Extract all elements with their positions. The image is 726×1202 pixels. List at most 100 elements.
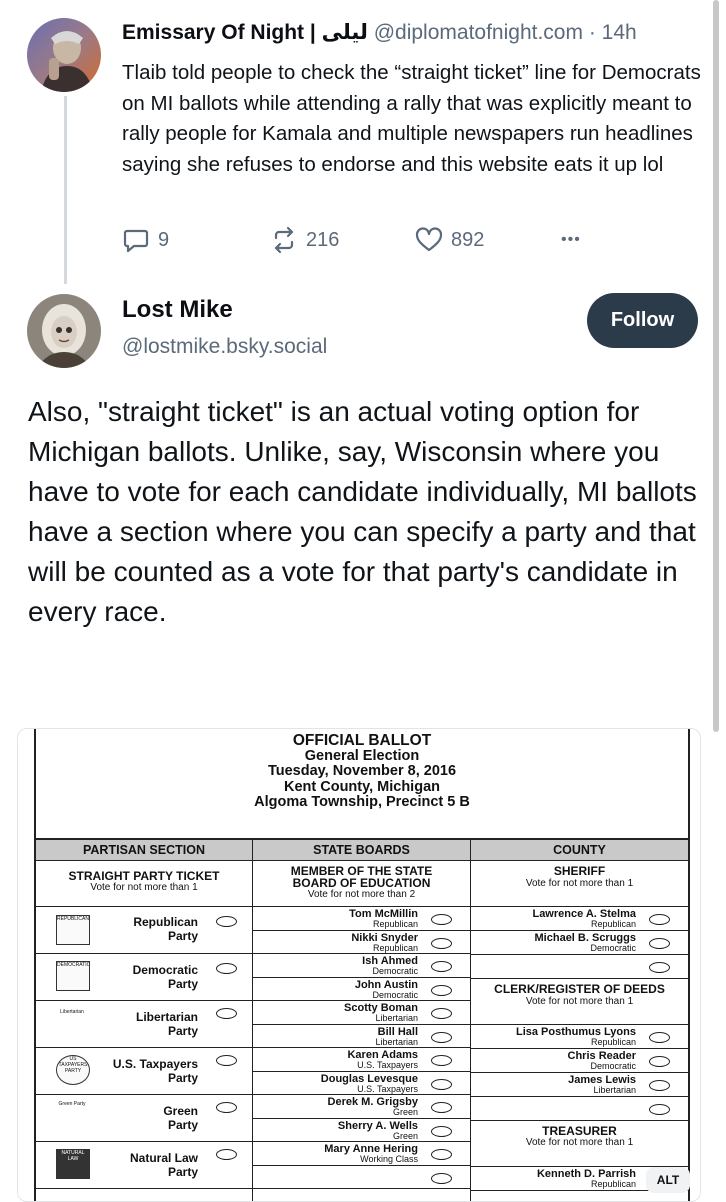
row-divider [471,930,688,931]
candidate-oval[interactable] [431,984,452,996]
natural-law-logo: NATURAL LAW [56,1149,90,1179]
post2-text: Also, "straight ticket" is an actual vot… [28,396,697,627]
candidate-party: U.S. Taxpayers [357,1060,418,1070]
ballot-image[interactable]: OFFICIAL BALLOT General Election Tuesday… [17,728,701,1202]
candidate-party: Green [392,1130,418,1141]
row-divider [36,906,252,907]
column-header-county: COUNTY [471,838,688,861]
row-divider [253,1094,470,1095]
straight-ticket-oval[interactable] [216,916,237,927]
party-line1: Libertarian [135,1010,198,1024]
row-divider [253,953,470,954]
candidate-party: Green [392,1107,418,1117]
candidate-oval[interactable] [649,1032,670,1043]
post1-handle[interactable]: @diplomatofnight.com [374,21,583,44]
post2-display-name[interactable]: Lost Mike [122,296,233,324]
candidate-party: Democratic [372,989,418,1000]
candidate-oval[interactable] [431,1078,452,1090]
sheriff-sub: Vote for not more than 1 [525,878,634,889]
party-line2: Party [167,1071,198,1085]
candidate-oval[interactable] [431,1031,452,1043]
party-line1: Republican [133,915,198,929]
candidate-oval[interactable] [649,1080,670,1091]
candidate: Derek M. Grigsby Green [253,1097,418,1117]
straight-ticket-oval[interactable] [216,1102,237,1113]
row-divider [253,1188,470,1189]
avatar-emissary-of-night[interactable] [27,18,101,92]
candidate-party: Republican [372,942,418,953]
candidate-oval[interactable] [649,914,670,925]
candidate-party: Libertarian [375,1036,418,1047]
like-button[interactable]: 892 [415,226,484,254]
repost-count: 216 [306,228,340,251]
candidate: Michael B. Scruggs Democratic [471,933,636,953]
more-options-button[interactable]: ••• [561,226,581,254]
treasurer-sub: Vote for not more than 1 [525,1137,634,1148]
party-line1: Natural Law [129,1151,198,1165]
row-divider [253,1141,470,1142]
row-divider [253,976,470,978]
alt-text-badge[interactable]: ALT [646,1167,690,1193]
candidate-oval[interactable] [431,1008,452,1019]
green-party-logo: Green Party [58,1101,86,1107]
party-line1: U.S. Taxpayers [112,1057,198,1071]
straight-ticket-oval[interactable] [216,1149,237,1160]
party-name: Democratic Party [96,963,198,991]
candidate-oval[interactable] [431,1172,452,1184]
candidate-party: Republican [590,919,636,929]
candidate-oval[interactable] [649,1056,670,1067]
candidate-oval[interactable] [649,962,670,973]
row-divider [253,906,470,907]
scrollbar[interactable] [713,0,719,732]
follow-button[interactable]: Follow [587,293,698,348]
post2-handle[interactable]: @lostmike.bsky.social [122,335,327,359]
row-divider [253,1070,470,1072]
candidate-oval[interactable] [431,1149,452,1160]
candidate-oval[interactable] [431,914,452,925]
avatar-lost-mike[interactable] [27,294,101,368]
post1-display-name[interactable]: Emissary Of Night | ليلى [122,21,368,44]
party-line2: Party [167,1024,198,1038]
candidate: Nikki Snyder Republican [253,931,418,953]
sheriff-title: SHERIFF [553,864,606,878]
candidate-oval[interactable] [431,1102,452,1113]
ballot-title: OFFICIAL BALLOT [292,732,432,749]
candidate-oval[interactable] [431,937,452,949]
candidate-oval[interactable] [649,938,670,949]
straight-ticket-oval[interactable] [216,963,237,974]
row-divider [471,1024,688,1025]
republican-logo: REPUBLICAN [56,915,90,945]
state-board-title-2: BOARD OF EDUCATION [292,876,431,890]
candidate-oval[interactable] [431,1055,452,1066]
straight-ticket-oval[interactable] [216,1008,237,1019]
heart-icon [415,227,443,252]
row-divider [36,1094,252,1095]
candidate-party: Libertarian [593,1085,636,1095]
party-name: Green Party [96,1104,198,1132]
candidate-name: Nikki Snyder [351,931,418,944]
candidate-party: Libertarian [375,1013,418,1023]
us-taxpayers-logo: US TAXPAYERS PARTY [56,1055,90,1085]
post1-time[interactable]: · 14h [589,21,637,44]
candidate: Karen Adams U.S. Taxpayers [253,1050,418,1070]
post1-text: Tlaib told people to check the “straight… [122,61,701,176]
row-divider [253,1164,470,1166]
candidate-party: Democratic [372,966,418,976]
candidate-oval[interactable] [431,961,452,972]
repost-button[interactable]: 216 [270,226,339,254]
candidate-party: Republican [590,1179,636,1189]
row-divider [253,1117,470,1119]
reply-button[interactable]: 9 [122,226,169,254]
row-divider [471,978,688,979]
party-line2: Party [167,1165,198,1179]
ballot: OFFICIAL BALLOT General Election Tuesday… [34,729,690,1201]
party-line2: Party [167,929,198,943]
candidate-oval[interactable] [431,1125,452,1137]
row-divider [36,1000,252,1001]
candidate-party: Republican [590,1037,636,1047]
candidate-party: Democratic [590,943,636,953]
column-header-partisan: PARTISAN SECTION [36,838,252,861]
candidate-oval[interactable] [649,1104,670,1115]
libertarian-logo: Libertarian [60,1009,84,1015]
straight-ticket-oval[interactable] [216,1055,237,1066]
